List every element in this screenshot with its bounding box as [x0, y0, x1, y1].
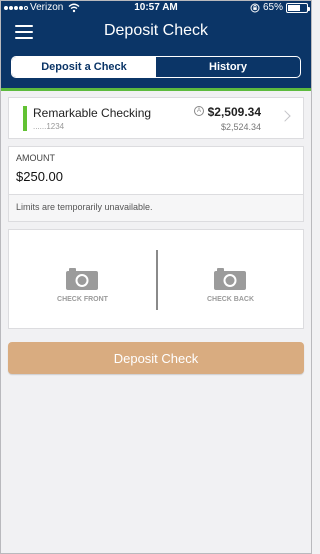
segmented-control: Deposit a Check History [11, 56, 301, 78]
status-bar: Verizon 10:57 AM 65% [0, 0, 312, 16]
available-balance-icon: A [194, 106, 204, 116]
deposit-check-button[interactable]: Deposit Check [8, 342, 304, 374]
battery-fill [288, 4, 300, 11]
status-right: 65% [250, 2, 310, 13]
camera-icon [214, 268, 246, 290]
amount-input[interactable]: $250.00 [16, 169, 63, 184]
tab-deposit-a-check[interactable]: Deposit a Check [12, 57, 156, 77]
current-balance: $2,524.34 [220, 122, 261, 132]
nav-bar: Deposit Check [0, 16, 312, 46]
check-front-label: CHECK FRONT [57, 296, 108, 303]
account-name: Remarkable Checking [33, 106, 152, 120]
battery-percent: 65% [262, 2, 283, 13]
check-front-button[interactable]: CHECK FRONT [9, 230, 156, 328]
check-back-label: CHECK BACK [206, 296, 255, 303]
battery-icon [286, 2, 310, 13]
header-accent-line [0, 88, 312, 91]
limits-note: Limits are temporarily unavailable. [9, 195, 303, 221]
page-title: Deposit Check [103, 22, 209, 39]
rotation-lock-icon [250, 3, 260, 12]
amount-card: AMOUNT $250.00 Limits are temporarily un… [8, 146, 304, 222]
check-back-button[interactable]: CHECK BACK [157, 230, 304, 328]
tab-history[interactable]: History [156, 57, 300, 77]
chevron-right-icon [279, 110, 291, 122]
app-header: Verizon 10:57 AM 65% Deposit Check Depos… [0, 0, 312, 88]
camera-icon [66, 268, 98, 290]
account-indicator [23, 106, 27, 131]
check-capture-card: CHECK FRONT CHECK BACK [8, 229, 304, 329]
amount-label: AMOUNT [16, 153, 55, 163]
account-selector[interactable]: Remarkable Checking ......1234 A $2,509.… [8, 97, 304, 139]
available-balance: $2,509.34 [207, 105, 261, 119]
account-number: ......1234 [33, 122, 65, 131]
